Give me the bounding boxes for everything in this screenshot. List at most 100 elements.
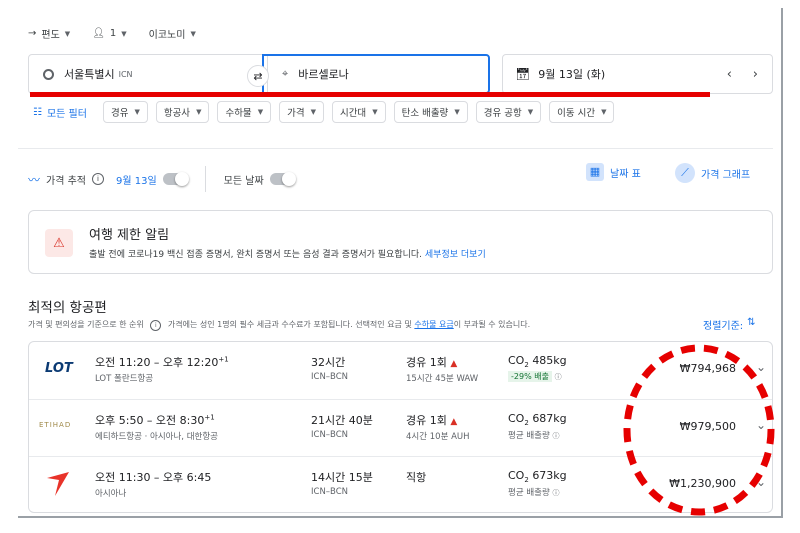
price-graph-icon: ⟋ (675, 163, 695, 183)
info-icon[interactable]: i (92, 173, 104, 185)
duration-block: 32시간 ICN–BCN (311, 354, 348, 382)
caret-down-icon: ▼ (601, 108, 607, 116)
calendar-icon: 📅︎ (515, 67, 531, 81)
prev-date-icon[interactable]: ‹ (727, 67, 732, 82)
filter-chip-emissions[interactable]: 탄소 배출량 ▼ (393, 101, 468, 123)
trend-line-icon: 〰 (28, 172, 41, 187)
info-icon[interactable]: i (150, 320, 162, 331)
chip-label: 탄소 배출량 (401, 108, 449, 119)
sort-button[interactable]: 정렬기준: ⇅ (703, 317, 756, 332)
alert-details-link[interactable]: 세부정보 더보기 (425, 250, 486, 260)
airline-name: 아시아나 (95, 489, 127, 499)
price-tracking-row: 〰 가격 추적 i 9월 13일 모든 날짜 (28, 166, 296, 192)
plus-day: +1 (218, 355, 229, 364)
stops-block: 경유 1회 ▲ 4시간 10분 AUH (406, 412, 470, 442)
warning-icon: ▲ (450, 417, 458, 427)
sort-icon: ⇅ (747, 317, 756, 328)
chip-label: 시간대 (339, 108, 367, 119)
filter-chip-times[interactable]: 시간대 ▼ (331, 101, 386, 123)
person-icon: 👤︎ (92, 28, 105, 39)
plus-day: +1 (204, 413, 215, 422)
track-date-toggle[interactable] (162, 172, 189, 186)
caret-down-icon: ▼ (196, 108, 202, 116)
all-filters-button[interactable]: ☷ 모든 필터 (33, 105, 87, 120)
ranking-label: 가격 및 편의성을 기준으로 한 순위 (28, 320, 144, 329)
date-field[interactable]: 📅︎ 9월 13일 (화) ‹ › (502, 54, 773, 94)
caret-down-icon: ▼ (257, 108, 264, 116)
emissions-block: CO2 673kg 평균 배출량 ⓘ (508, 469, 567, 499)
date-grid-button[interactable]: ▦ 날짜 표 (586, 163, 641, 181)
price-graph-label: 가격 그래프 (701, 169, 751, 181)
chip-label: 수하물 (225, 108, 252, 119)
layover: 4시간 10분 AUH (406, 432, 470, 442)
all-filters-label: 모든 필터 (46, 108, 87, 120)
results-subtitle: 가격 및 편의성을 기준으로 한 순위 i 가격에는 성인 1명의 필수 세금과… (28, 319, 530, 331)
red-annotation-underline (30, 92, 710, 97)
layover: 15시간 45분 WAW (406, 374, 479, 384)
duration-block: 21시간 40분 ICN–BCN (311, 412, 373, 440)
duration: 14시간 15분 (311, 471, 373, 484)
chip-label: 경유 (110, 108, 129, 119)
co2-value: 673kg (532, 469, 567, 482)
warning-icon: ⚠ (45, 229, 73, 257)
stops: 경유 1회 (406, 414, 447, 427)
caret-down-icon: ▼ (64, 29, 71, 38)
destination-value: 바르셀로나 (298, 68, 349, 81)
emissions-note: 평균 배출량 (508, 488, 550, 499)
route: ICN–BCN (311, 372, 349, 382)
duration-block: 14시간 15분 ICN–BCN (311, 469, 373, 497)
trip-type-label: 편도 (41, 30, 60, 41)
chip-label: 가격 (287, 108, 305, 119)
date-grid-label: 날짜 표 (610, 168, 641, 180)
warning-icon: ▲ (450, 359, 458, 369)
flight-times-block: 오전 11:20 – 오후 12:20+1 LOT 폴란드항공 (95, 354, 229, 384)
route: ICN–BCN (311, 430, 349, 440)
duration: 21시간 40분 (311, 414, 373, 427)
next-date-icon[interactable]: › (753, 67, 758, 82)
price-note: 가격에는 성인 1명의 필수 세금과 수수료가 포함됩니다. 선택적인 요금 및 (167, 320, 412, 329)
origin-value: 서울특별시 (64, 68, 115, 81)
arrow-right-icon: → (28, 28, 37, 39)
sort-label: 정렬기준: (703, 321, 744, 332)
info-icon[interactable]: ⓘ (555, 373, 562, 381)
origin-code: ICN (118, 69, 133, 79)
chip-label: 이동 시간 (557, 108, 596, 119)
divider (204, 166, 206, 192)
trip-type-select[interactable]: → 편도 ▼ (28, 26, 70, 41)
swap-icon[interactable]: ⇄ (247, 65, 269, 87)
info-icon[interactable]: ⓘ (553, 489, 560, 497)
airline-logo: ETIHAD (39, 421, 72, 429)
chip-label: 경유 공항 (483, 108, 522, 119)
tracking-date: 9월 13일 (116, 175, 157, 187)
flight-times-block: 오전 11:30 – 오후 6:45 아시아나 (95, 469, 211, 499)
any-dates-label: 모든 날짜 (223, 175, 264, 187)
airline-name: LOT 폴란드항공 (95, 374, 154, 384)
trip-options-row: → 편도 ▼ 👤︎ 1 ▼ 이코노미 ▼ (28, 26, 196, 41)
stops: 경유 1회 (406, 356, 447, 369)
cabin-select[interactable]: 이코노미 ▼ (149, 26, 196, 42)
alert-body: 출발 전에 코로나19 백신 접종 증명서, 완치 증명서 또는 음성 결과 증… (89, 247, 486, 260)
filter-sliders-icon: ☷ (33, 106, 42, 118)
caret-down-icon: ▼ (527, 108, 534, 116)
filter-chip-airline[interactable]: 항공사 ▼ (155, 101, 210, 123)
destination-field[interactable]: ⌖ 바르셀로나 (262, 54, 490, 94)
origin-field[interactable]: 서울특별시 ICN (28, 54, 268, 94)
info-icon[interactable]: ⓘ (553, 432, 560, 440)
caret-down-icon: ▼ (454, 108, 460, 116)
filter-bar: ☷ 모든 필터 경유 ▼ 항공사 ▼ 수하물 ▼ 가격 ▼ 시간대 ▼ 탄소 배출량 ▼ 경… (33, 101, 615, 123)
caret-down-icon: ▼ (134, 108, 140, 116)
baggage-fees-link[interactable]: 수하물 요금 (414, 320, 453, 329)
price-graph-button[interactable]: ⟋ 가격 그래프 (675, 163, 750, 183)
filter-chip-bags[interactable]: 수하물 ▼ (217, 101, 272, 123)
filter-chip-price[interactable]: 가격 ▼ (279, 101, 324, 123)
filter-chip-duration[interactable]: 이동 시간 ▼ (549, 101, 615, 123)
passengers-count: 1 (109, 28, 117, 39)
emissions-block: CO2 687kg 평균 배출량 ⓘ (508, 412, 567, 442)
any-dates-toggle[interactable] (269, 172, 296, 186)
filter-chip-connecting-airports[interactable]: 경유 공항 ▼ (475, 101, 542, 123)
passengers-select[interactable]: 👤︎ 1 ▼ (92, 28, 126, 39)
price-tracking-label: 가격 추적 (46, 175, 86, 187)
flight-search-page: → 편도 ▼ 👤︎ 1 ▼ 이코노미 ▼ 서울특별시 ICN ⇄ ⌖ 바르셀로나… (18, 8, 783, 518)
caret-down-icon: ▼ (372, 108, 378, 116)
filter-chip-stops[interactable]: 경유 ▼ (102, 101, 148, 123)
